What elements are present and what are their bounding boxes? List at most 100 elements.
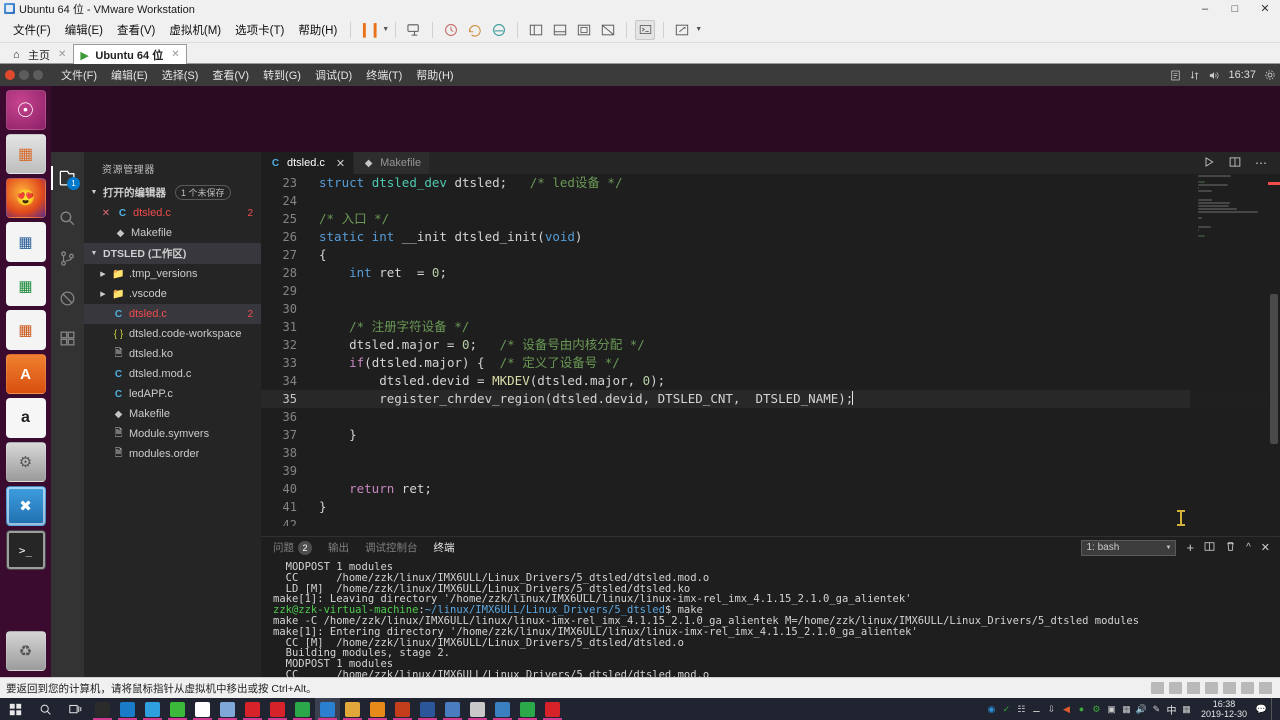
edge-icon[interactable] — [115, 698, 140, 720]
trash-icon[interactable]: ♻ — [5, 631, 46, 671]
code-text[interactable]: struct dtsled_dev dtsled; /* led设备 */ — [313, 174, 1280, 192]
tree-item-ledapp-c[interactable]: C ledAPP.c — [84, 384, 261, 404]
menu-help[interactable]: 帮助(H) — [291, 19, 344, 41]
code-line[interactable]: 23 struct dtsled_dev dtsled; /* led设备 */ — [261, 174, 1280, 192]
vscode-menu-file[interactable]: 文件(F) — [55, 66, 103, 84]
code-text[interactable]: { — [313, 246, 1280, 264]
system-tray[interactable]: ◉ ✓ ☷ ⚊ ⇩ ◀ ● ⚙ ▣ ▦ 🔊 ✎ 中 ▦ 16:38 2019-1… — [986, 698, 1280, 720]
editor-tab-bar[interactable]: C dtsled.c ✕ ◆ Makefile ⋯ — [261, 152, 1280, 174]
menu-view[interactable]: 查看(V) — [110, 19, 162, 41]
wps-office-icon[interactable] — [540, 698, 565, 720]
sound-card-icon[interactable] — [1223, 682, 1236, 694]
security-icon[interactable]: ✓ — [1001, 704, 1012, 715]
cd-drive-icon[interactable] — [1169, 682, 1182, 694]
wps-icon[interactable] — [290, 698, 315, 720]
libreoffice-impress-icon[interactable]: ▦ — [5, 310, 46, 350]
powerpoint-icon[interactable] — [390, 698, 415, 720]
code-line[interactable]: 39 — [261, 462, 1280, 480]
code-line[interactable]: 36 — [261, 408, 1280, 426]
alipay-icon[interactable] — [265, 698, 290, 720]
camera-icon[interactable] — [90, 698, 115, 720]
close-icon[interactable]: ✕ — [100, 208, 112, 219]
tree-item-dtsled-mod-c[interactable]: C dtsled.mod.c — [84, 364, 261, 384]
workspace-section-header[interactable]: ▼ DTSLED (工作区) — [84, 243, 261, 264]
chevron-right-icon[interactable]: ▶ — [98, 290, 108, 298]
notepad-icon[interactable] — [490, 698, 515, 720]
volume-icon[interactable] — [1208, 70, 1220, 81]
fullscreen-icon[interactable] — [574, 20, 594, 40]
vscode-menu-edit[interactable]: 编辑(E) — [105, 66, 154, 84]
code-text[interactable]: static int __init dtsled_init(void) — [313, 228, 1280, 246]
console-icon[interactable] — [635, 19, 656, 40]
libreoffice-calc-icon[interactable]: ▦ — [5, 266, 46, 306]
ubuntu-dash-icon[interactable]: ☉ — [5, 90, 46, 130]
source-control-icon[interactable] — [51, 238, 84, 278]
sogou-icon[interactable] — [515, 698, 540, 720]
split-terminal-icon[interactable] — [1204, 541, 1215, 555]
panel-tab-problems[interactable]: 问题 2 — [273, 538, 312, 557]
battery-icon[interactable]: ▣ — [1106, 704, 1117, 715]
window-minimize-icon[interactable] — [19, 70, 29, 80]
debug-icon[interactable] — [51, 278, 84, 318]
snapshot-icon[interactable] — [441, 20, 461, 40]
taskbar-app-buttons[interactable] — [90, 698, 565, 720]
word-icon[interactable] — [415, 698, 440, 720]
show-thumbnails-icon[interactable] — [550, 20, 570, 40]
vscode-menu-help[interactable]: 帮助(H) — [410, 66, 459, 84]
code-line[interactable]: 25 /* 入口 */ — [261, 210, 1280, 228]
pen-icon[interactable]: ✎ — [1151, 704, 1162, 715]
keyboard-icon[interactable]: ▦ — [1181, 704, 1192, 715]
sound-mixer-icon[interactable]: ◀ — [1061, 704, 1072, 715]
windows-taskbar[interactable]: ◉ ✓ ☷ ⚊ ⇩ ◀ ● ⚙ ▣ ▦ 🔊 ✎ 中 ▦ 16:38 2019-1… — [0, 698, 1280, 720]
network-adapter-icon[interactable] — [1187, 682, 1200, 694]
ime-chinese-icon[interactable]: 中 — [1166, 704, 1177, 717]
dropdown-caret-icon[interactable]: ▼ — [382, 26, 389, 33]
panel-tab-terminal[interactable]: 终端 — [433, 538, 455, 560]
network-icon[interactable] — [1189, 70, 1200, 81]
code-text[interactable]: int ret = 0; — [313, 264, 1280, 282]
ccleaner-icon[interactable] — [365, 698, 390, 720]
code-line[interactable]: 35 register_chrdev_region(dtsled.devid, … — [261, 390, 1280, 408]
firefox-icon[interactable]: 😍 — [5, 178, 46, 218]
code-line[interactable]: 28 int ret = 0; — [261, 264, 1280, 282]
maximize-panel-icon[interactable]: ^ — [1246, 542, 1251, 553]
ubuntu-clock[interactable]: 16:37 — [1228, 69, 1256, 81]
usb-icon[interactable]: ⚊ — [1031, 704, 1042, 715]
code-text[interactable]: dtsled.devid = MKDEV(dtsled.major, 0); — [313, 372, 1280, 390]
code-text[interactable]: } — [313, 426, 1280, 444]
menu-file[interactable]: 文件(F) — [6, 19, 58, 41]
close-icon[interactable]: ✕ — [171, 49, 179, 60]
terminal-select[interactable]: 1: bash ▼ — [1081, 539, 1177, 556]
task-view-icon[interactable] — [60, 698, 90, 720]
vscode-menu-view[interactable]: 查看(V) — [206, 66, 255, 84]
vmware-tab-bar[interactable]: ⌂ 主页 ✕ ▶ Ubuntu 64 位 ✕ — [0, 43, 1280, 64]
network-monitor-icon[interactable]: ☷ — [1016, 704, 1027, 715]
kill-terminal-icon[interactable] — [1225, 541, 1236, 555]
chrome-icon[interactable]: ● — [1076, 704, 1087, 715]
pause-icon[interactable]: ❙❙ — [359, 20, 381, 40]
tree-item-dtsled-ko[interactable]: 🗎 dtsled.ko — [84, 344, 261, 364]
tree-item-makefile[interactable]: ◆ Makefile — [84, 404, 261, 424]
libreoffice-writer-icon[interactable]: ▦ — [5, 222, 46, 262]
open-editor-makefile[interactable]: ◆ Makefile — [84, 223, 261, 243]
menu-tabs[interactable]: 选项卡(T) — [228, 19, 291, 41]
window-controls[interactable]: – □ ✕ — [1190, 0, 1280, 17]
code-editor[interactable]: 23 struct dtsled_dev dtsled; /* led设备 */ 2… — [261, 174, 1280, 526]
menu-vm[interactable]: 虚拟机(M) — [162, 19, 228, 41]
code-line[interactable]: 26 static int __init dtsled_init(void) — [261, 228, 1280, 246]
ubuntu-window-buttons[interactable] — [0, 70, 43, 80]
code-line[interactable]: 32 dtsled.major = 0; /* 设备号由内核分配 */ — [261, 336, 1280, 354]
vscode-icon[interactable]: ✖ — [5, 486, 46, 526]
show-library-icon[interactable] — [526, 20, 546, 40]
code-line[interactable]: 42 — [261, 516, 1280, 526]
revert-snapshot-icon[interactable] — [465, 20, 485, 40]
code-line[interactable]: 29 — [261, 282, 1280, 300]
amazon-icon[interactable]: a — [5, 398, 46, 438]
panel-tab-debug-console[interactable]: 调试控制台 — [365, 538, 418, 557]
vscode-menu-terminal[interactable]: 终端(T) — [360, 66, 408, 84]
taskbar-clock[interactable]: 16:38 2019-12-30 — [1196, 699, 1252, 719]
display-icon[interactable] — [1259, 682, 1272, 694]
code-line[interactable]: 33 if(dtsled.major) { /* 定义了设备号 */ — [261, 354, 1280, 372]
explorer-icon[interactable] — [340, 698, 365, 720]
vmware-menu-bar[interactable]: 文件(F) 编辑(E) 查看(V) 虚拟机(M) 选项卡(T) 帮助(H) ❙❙… — [0, 17, 1280, 43]
